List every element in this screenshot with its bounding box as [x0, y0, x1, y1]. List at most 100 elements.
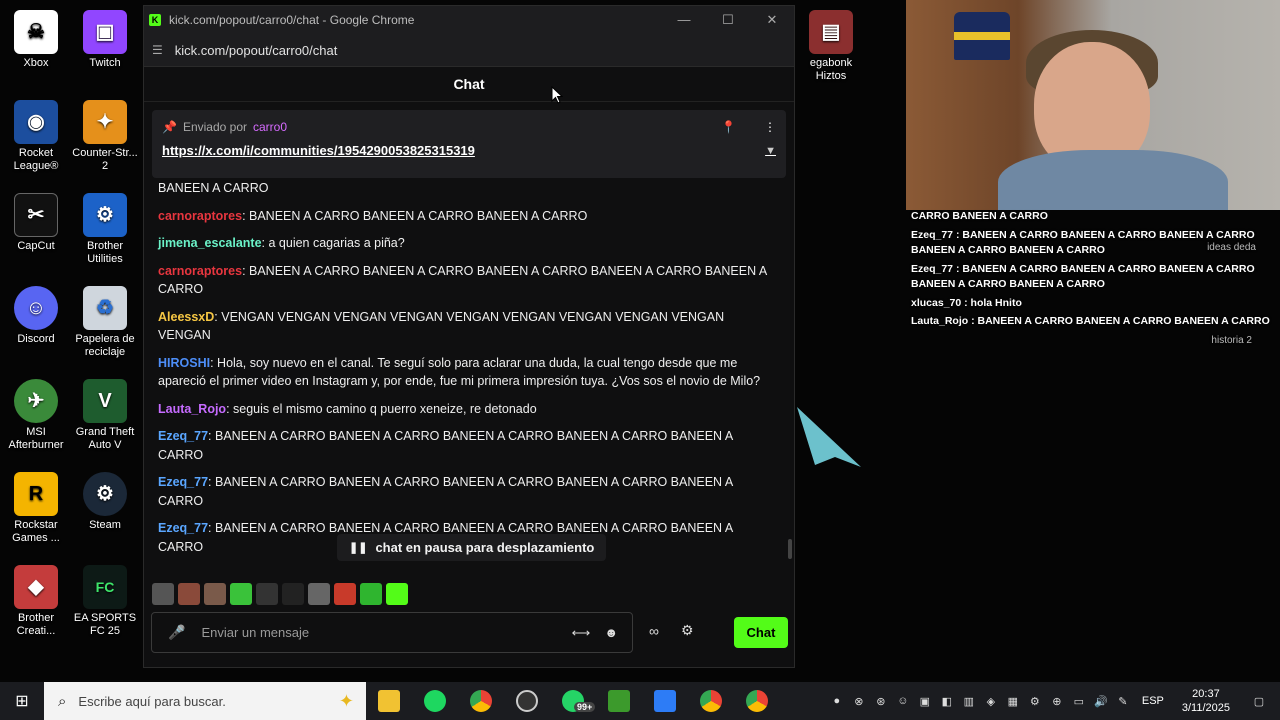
- chevron-down-icon[interactable]: ▼: [765, 145, 776, 157]
- tray-app-icon[interactable]: ⊕: [1046, 695, 1068, 708]
- store-icon[interactable]: [642, 682, 688, 720]
- tray-app-icon[interactable]: ▣: [914, 695, 936, 708]
- clock[interactable]: 20:37 3/11/2025: [1182, 687, 1230, 715]
- windows-start-icon[interactable]: ⊞: [0, 691, 44, 711]
- system-tray: ● ⊗ ⊛ ☺ ▣ ◧ ▥ ◈ ▦ ⚙ ⊕ ▭ 🔊 ✎ ESP 20:37 3/…: [826, 682, 1280, 720]
- emote-thumb[interactable]: [360, 583, 382, 605]
- language-indicator[interactable]: ESP: [1142, 695, 1164, 707]
- chat-username[interactable]: AleessxD: [158, 310, 214, 324]
- chat-header: Chat: [144, 67, 794, 102]
- chat-input-box: 🎤 ⟷ ☻: [151, 612, 633, 653]
- chat-username[interactable]: Ezeq_77: [158, 521, 208, 535]
- rocket-league-icon: ◉: [14, 100, 58, 144]
- desktop-icon-megabonk[interactable]: ▤ egabonk Hiztos: [795, 10, 867, 83]
- desktop-icon-msi-afterburner[interactable]: ✈ MSI Afterburner: [0, 379, 72, 452]
- chat-username[interactable]: HIROSHI: [158, 356, 210, 370]
- chat-username[interactable]: jimena_escalante: [158, 236, 262, 250]
- emote-thumb[interactable]: [386, 583, 408, 605]
- desktop-icon-brother-utilities[interactable]: ⚙ Brother Utilities: [69, 193, 141, 266]
- tray-app-icon[interactable]: ▥: [958, 695, 980, 708]
- desktop-icon-ea-fc25[interactable]: FC EA SPORTS FC 25: [69, 565, 141, 638]
- desktop-icon-rockstar-games[interactable]: R Rockstar Games ...: [0, 472, 72, 545]
- obs-icon[interactable]: [504, 682, 550, 720]
- tray-app-icon[interactable]: ▦: [1002, 695, 1024, 708]
- address-bar[interactable]: ☰ kick.com/popout/carro0/chat: [144, 34, 794, 67]
- kick-points-icon[interactable]: ∞: [649, 623, 659, 639]
- window-titlebar[interactable]: K kick.com/popout/carro0/chat - Google C…: [144, 6, 794, 34]
- whatsapp-icon[interactable]: 99+: [550, 682, 596, 720]
- desktop-icon-xbox[interactable]: ☠ Xbox: [0, 10, 72, 70]
- site-settings-icon[interactable]: ☰: [152, 43, 163, 57]
- overlay-side-label: historia 2: [1211, 335, 1252, 346]
- chat-message: AleessxD: VENGAN VENGAN VENGAN VENGAN VE…: [158, 308, 780, 345]
- chat-username[interactable]: carnoraptores: [158, 264, 242, 278]
- desktop-icon-rocket-league[interactable]: ◉ Rocket League®: [0, 100, 72, 173]
- desktop-icon-counter-strike[interactable]: ✦ Counter-Str... 2: [69, 100, 141, 173]
- chat-username[interactable]: Lauta_Rojo: [158, 402, 226, 416]
- desktop-icon-recycle-bin[interactable]: ♻ Papelera de reciclaje: [69, 286, 141, 359]
- pinned-author[interactable]: carro0: [253, 120, 287, 134]
- send-chat-button[interactable]: Chat: [734, 617, 788, 648]
- microphone-icon[interactable]: 🎤: [168, 624, 185, 641]
- chat-message: Lauta_Rojo: seguis el mismo camino q pue…: [158, 400, 780, 419]
- close-button[interactable]: ✕: [750, 12, 794, 28]
- desktop-icon-capcut[interactable]: ✂ CapCut: [0, 193, 72, 253]
- spotify-icon[interactable]: [412, 682, 458, 720]
- chat-message: BANEEN A CARRO: [158, 179, 780, 198]
- network-icon[interactable]: ▭: [1068, 695, 1090, 708]
- counter-strike-icon: ✦: [83, 100, 127, 144]
- volume-icon[interactable]: 🔊: [1090, 695, 1112, 708]
- tray-app-icon[interactable]: ⊛: [870, 695, 892, 708]
- twitch-icon: ▣: [83, 10, 127, 54]
- emote-thumb[interactable]: [230, 583, 252, 605]
- chat-username[interactable]: Ezeq_77: [158, 429, 208, 443]
- pin-icon: 📌: [162, 120, 177, 134]
- emote-thumb[interactable]: [152, 583, 174, 605]
- emote-thumb[interactable]: [282, 583, 304, 605]
- discord-tray-icon[interactable]: ☺: [892, 695, 914, 707]
- brother-utilities-icon: ⚙: [83, 193, 127, 237]
- desktop-icon-twitch[interactable]: ▣ Twitch: [69, 10, 141, 70]
- tray-app-icon[interactable]: ◧: [936, 695, 958, 708]
- capcut-icon: ✂: [14, 193, 58, 237]
- chrome-profile-icon[interactable]: [688, 682, 734, 720]
- settings-gear-icon[interactable]: ⚙: [681, 622, 694, 639]
- tray-app-icon[interactable]: ◈: [980, 695, 1002, 708]
- emoji-icon[interactable]: ☻: [604, 625, 618, 640]
- emote-thumb[interactable]: [334, 583, 356, 605]
- unpin-icon[interactable]: 📍: [721, 120, 736, 134]
- chat-scrollbar[interactable]: [788, 539, 792, 559]
- chrome-profile-2-icon[interactable]: [734, 682, 780, 720]
- recycle-bin-icon: ♻: [83, 286, 127, 330]
- emote-thumb[interactable]: [178, 583, 200, 605]
- desktop-icon-brother-creative[interactable]: ◆ Brother Creati...: [0, 565, 72, 638]
- minecraft-icon[interactable]: [596, 682, 642, 720]
- chat-message-input[interactable]: [201, 625, 572, 640]
- desktop-icon-gta-v[interactable]: V Grand Theft Auto V: [69, 379, 141, 452]
- chat-paused-notice[interactable]: ❚❚ chat en pausa para desplazamiento: [337, 534, 607, 561]
- pen-icon[interactable]: ✎: [1112, 695, 1134, 708]
- desktop: ☠ Xbox ▣ Twitch ◉ Rocket League® ✦ Counter-S…: [0, 0, 1280, 720]
- overlay-line: Lauta_Rojo : BANEEN A CARRO BANEEN A CAR…: [911, 315, 1270, 327]
- minimize-button[interactable]: —: [662, 12, 706, 28]
- emote-thumb[interactable]: [256, 583, 278, 605]
- spotify-tray-icon[interactable]: ●: [826, 695, 848, 707]
- desktop-icon-discord[interactable]: ☺ Discord: [0, 286, 72, 346]
- chat-username[interactable]: Ezeq_77: [158, 475, 208, 489]
- taskbar-search[interactable]: ⌕ Escribe aquí para buscar. ✦: [44, 682, 366, 720]
- chat-username[interactable]: carnoraptores: [158, 209, 242, 223]
- settings-tray-icon[interactable]: ⚙: [1024, 695, 1046, 708]
- tray-app-icon[interactable]: ⊗: [848, 695, 870, 708]
- maximize-button[interactable]: ☐: [706, 12, 750, 28]
- desktop-icon-steam[interactable]: ⚙ Steam: [69, 472, 141, 532]
- ea-fc-icon: FC: [83, 565, 127, 609]
- more-options-icon[interactable]: ⋮: [764, 120, 776, 134]
- emote-thumb[interactable]: [204, 583, 226, 605]
- emote-thumb[interactable]: [308, 583, 330, 605]
- pause-icon: ❚❚: [349, 542, 368, 554]
- file-explorer-icon[interactable]: [366, 682, 412, 720]
- chrome-icon[interactable]: [458, 682, 504, 720]
- pinned-link[interactable]: https://x.com/i/communities/195429005382…: [162, 143, 475, 158]
- notifications-icon[interactable]: ▢: [1248, 695, 1270, 708]
- translate-icon[interactable]: ⟷: [572, 625, 591, 641]
